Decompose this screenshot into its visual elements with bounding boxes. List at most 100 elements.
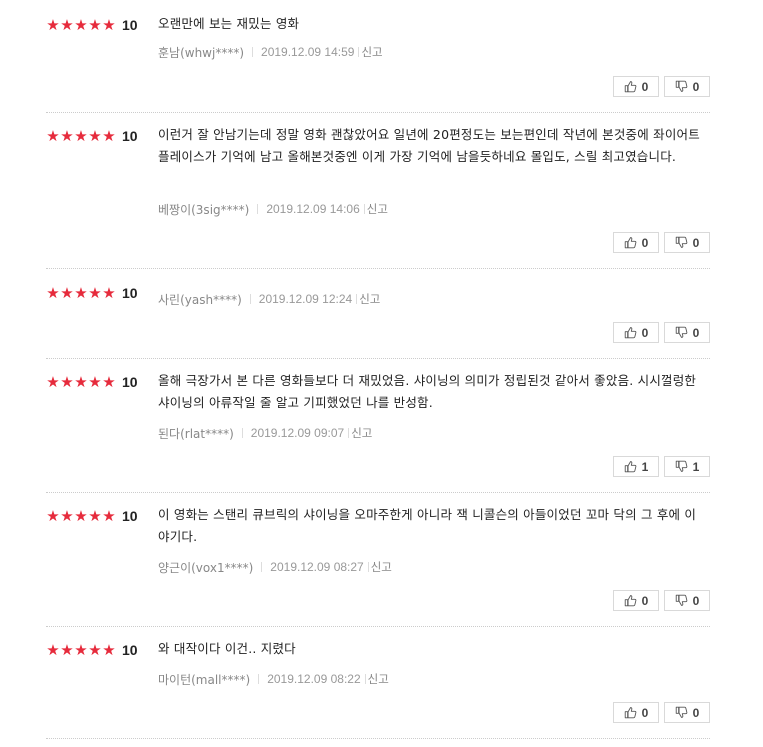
review-date: 2019.12.09 09:07	[250, 426, 345, 440]
vote-buttons: 00	[613, 76, 710, 97]
report-link[interactable]: 신고	[367, 201, 388, 217]
dislike-count: 1	[692, 459, 700, 474]
review-author: 양근이(vox1****)	[158, 560, 254, 575]
report-link[interactable]: 신고	[351, 425, 372, 441]
thumbs-up-icon	[624, 594, 642, 607]
dislike-button[interactable]: 1	[664, 456, 710, 477]
like-button[interactable]: 1	[613, 456, 659, 477]
review-divider	[46, 268, 710, 269]
meta-divider	[261, 562, 263, 572]
vote-buttons: 00	[613, 232, 710, 253]
like-button[interactable]: 0	[613, 322, 659, 343]
rating-stars: ★ ★ ★ ★ ★ 10	[46, 505, 138, 527]
review-text: 이런거 잘 안남기는데 정말 영화 괜찮았어요 일년에 20편정도는 보는편인데…	[158, 127, 700, 164]
star-icon: ★	[46, 283, 60, 302]
report-link[interactable]: 신고	[361, 44, 382, 60]
like-button[interactable]: 0	[613, 702, 659, 723]
review-text: 이 영화는 스탠리 큐브릭의 샤이닝을 오마주한게 아니라 잭 니콜슨의 아들이…	[158, 507, 697, 544]
dislike-button[interactable]: 0	[664, 590, 710, 611]
star-icon: ★	[88, 283, 102, 302]
star-icon: ★	[46, 372, 60, 391]
review-text: 올해 극장가서 본 다른 영화들보다 더 재밌었음. 샤이닝의 의미가 정립된것…	[158, 373, 697, 410]
star-icon: ★	[102, 372, 116, 391]
rating-score: 10	[122, 128, 138, 144]
meta-divider	[348, 428, 350, 438]
rating-stars: ★ ★ ★ ★ ★ 10	[46, 639, 138, 661]
review-text: 오랜만에 보는 재밌는 영화	[158, 16, 300, 31]
rating-score: 10	[122, 17, 138, 33]
review-text: 와 대작이다 이건.. 지렸다	[158, 641, 296, 656]
rating-score: 10	[122, 374, 138, 390]
thumbs-down-icon	[675, 706, 693, 719]
thumbs-up-icon	[624, 80, 642, 93]
meta-divider	[367, 562, 369, 572]
vote-buttons: 00	[613, 702, 710, 723]
thumbs-down-icon	[675, 594, 693, 607]
star-icon: ★	[102, 640, 116, 659]
meta-divider	[241, 428, 243, 438]
star-icon: ★	[46, 15, 60, 34]
like-count: 0	[641, 79, 649, 94]
like-button[interactable]: 0	[613, 76, 659, 97]
star-icon: ★	[102, 15, 116, 34]
star-icon: ★	[88, 640, 102, 659]
rating-stars: ★ ★ ★ ★ ★ 10	[46, 371, 138, 393]
star-icon: ★	[88, 372, 102, 391]
thumbs-down-icon	[675, 326, 693, 339]
report-link[interactable]: 신고	[371, 559, 392, 575]
like-button[interactable]: 0	[613, 232, 659, 253]
star-icon: ★	[88, 15, 102, 34]
review-meta: 훈남(whwj****) 2019.12.09 14:59 신고	[158, 44, 383, 60]
review-meta: 마이턴(mall****) 2019.12.09 08:22 신고	[158, 671, 389, 687]
rating-score: 10	[122, 508, 138, 524]
star-icon: ★	[74, 283, 88, 302]
review-divider	[46, 738, 710, 739]
review-divider	[46, 358, 710, 359]
star-icon: ★	[60, 640, 74, 659]
review-author: 사린(yash****)	[158, 292, 242, 307]
dislike-count: 0	[692, 325, 700, 340]
star-icon: ★	[60, 126, 74, 145]
meta-divider	[249, 294, 251, 304]
rating-stars: ★ ★ ★ ★ ★ 10	[46, 14, 138, 36]
star-icon: ★	[74, 372, 88, 391]
dislike-button[interactable]: 0	[664, 232, 710, 253]
star-icon: ★	[74, 126, 88, 145]
dislike-count: 0	[692, 593, 700, 608]
thumbs-up-icon	[624, 460, 642, 473]
star-icon: ★	[46, 126, 60, 145]
rating-stars: ★ ★ ★ ★ ★ 10	[46, 282, 137, 304]
star-icon: ★	[88, 126, 102, 145]
rating-score: 10	[122, 642, 138, 658]
review-divider	[46, 112, 710, 113]
thumbs-up-icon	[624, 706, 642, 719]
review-date: 2019.12.09 12:24	[258, 292, 353, 306]
star-icon: ★	[60, 506, 74, 525]
review-divider	[46, 492, 710, 493]
like-count: 1	[641, 459, 649, 474]
review-meta: 양근이(vox1****) 2019.12.09 08:27 신고	[158, 559, 392, 575]
dislike-count: 0	[692, 235, 700, 250]
meta-divider	[356, 294, 358, 304]
dislike-button[interactable]: 0	[664, 702, 710, 723]
star-icon: ★	[102, 506, 116, 525]
like-button[interactable]: 0	[613, 590, 659, 611]
review-author: 훈남(whwj****)	[158, 45, 245, 60]
review-meta: 된다(rlat****) 2019.12.09 09:07 신고	[158, 425, 372, 441]
dislike-button[interactable]: 0	[664, 322, 710, 343]
star-icon: ★	[60, 283, 74, 302]
review-date: 2019.12.09 08:22	[267, 672, 361, 686]
star-icon: ★	[88, 506, 102, 525]
review-date: 2019.12.09 08:27	[270, 560, 364, 574]
star-icon: ★	[60, 15, 74, 34]
like-count: 0	[641, 593, 649, 608]
dislike-button[interactable]: 0	[664, 76, 710, 97]
report-link[interactable]: 신고	[359, 291, 380, 307]
star-icon: ★	[102, 126, 116, 145]
star-icon: ★	[74, 640, 88, 659]
meta-divider	[363, 204, 365, 214]
report-link[interactable]: 신고	[368, 671, 389, 687]
star-icon: ★	[46, 640, 60, 659]
thumbs-down-icon	[675, 460, 693, 473]
review-meta: 베짱이(3sig****) 2019.12.09 14:06 신고	[158, 201, 388, 217]
